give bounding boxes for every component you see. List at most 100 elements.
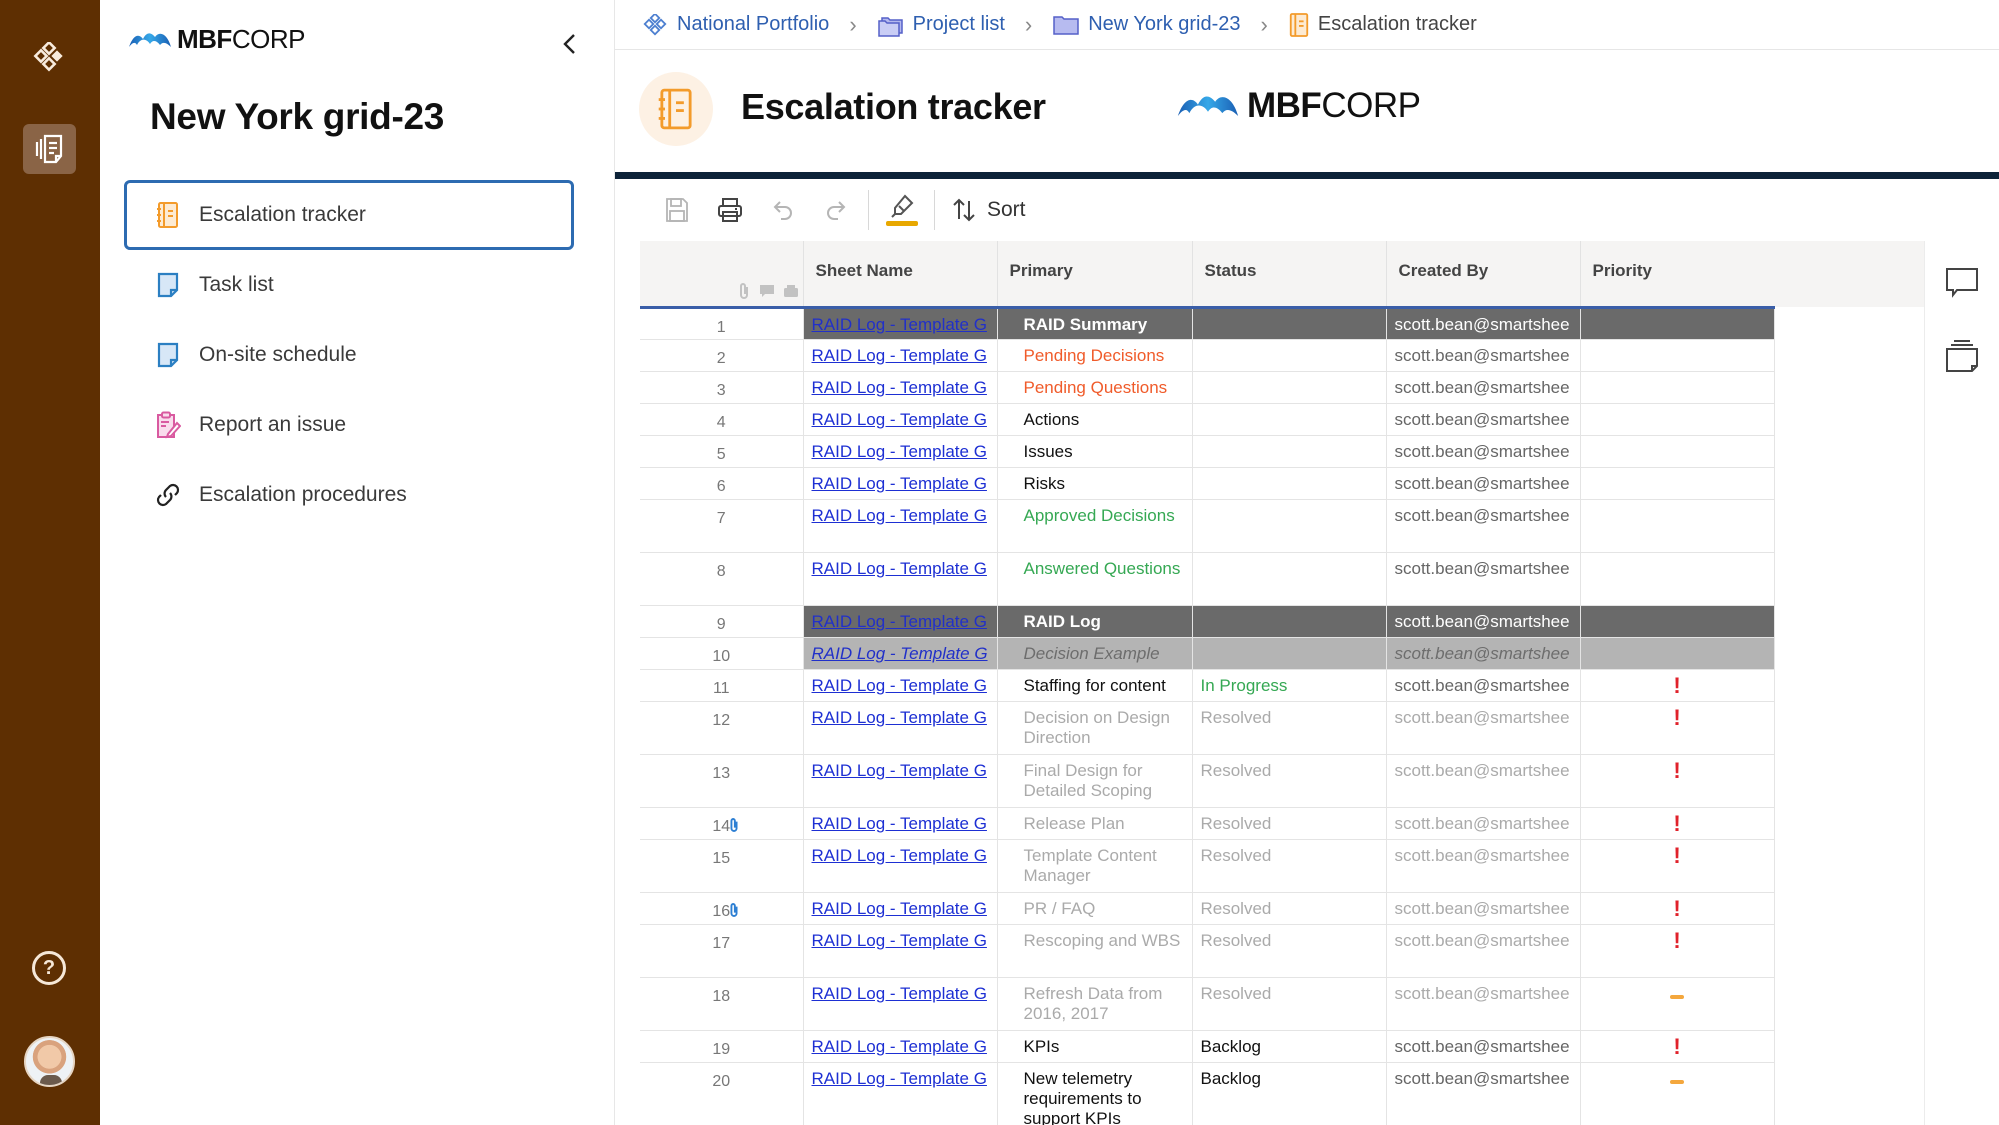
attachment-icon[interactable] bbox=[728, 816, 740, 839]
column-header-primary[interactable]: Primary bbox=[996, 241, 1192, 309]
cell-priority[interactable]: ! bbox=[1579, 753, 1775, 808]
table-row[interactable]: 15 RAID Log - Template G Template Content … bbox=[640, 838, 1775, 893]
attachment-icon[interactable] bbox=[728, 901, 740, 924]
row-number[interactable]: 10 bbox=[640, 636, 804, 670]
cell-created-by[interactable]: scott.bean@smartshee bbox=[1385, 806, 1581, 840]
cell-status[interactable] bbox=[1191, 338, 1387, 372]
row-number[interactable]: 14 bbox=[640, 806, 804, 840]
breadcrumb-national-portfolio[interactable]: National Portfolio bbox=[643, 13, 829, 36]
cell-primary[interactable]: Actions bbox=[996, 402, 1193, 436]
cell-primary[interactable]: Pending Decisions bbox=[996, 338, 1193, 372]
cell-primary[interactable]: Refresh Data from 2016, 2017 bbox=[996, 976, 1193, 1031]
user-avatar[interactable] bbox=[24, 1036, 75, 1087]
table-row[interactable]: 7 RAID Log - Template G Approved Decisions… bbox=[640, 498, 1775, 553]
sheet-link[interactable]: RAID Log - Template G bbox=[812, 378, 987, 397]
sheet-link[interactable]: RAID Log - Template G bbox=[812, 761, 987, 780]
cell-primary[interactable]: PR / FAQ bbox=[996, 891, 1193, 925]
cell-status[interactable]: Resolved bbox=[1191, 700, 1387, 755]
cell-priority[interactable] bbox=[1579, 636, 1775, 670]
cell-created-by[interactable]: scott.bean@smartshee bbox=[1385, 338, 1581, 372]
breadcrumb-escalation-tracker[interactable]: Escalation tracker bbox=[1288, 12, 1477, 38]
cell-created-by[interactable]: scott.bean@smartshee bbox=[1385, 604, 1581, 638]
row-number[interactable]: 13 bbox=[640, 753, 804, 808]
cell-priority[interactable] bbox=[1579, 498, 1775, 553]
cell-status[interactable]: In Progress bbox=[1191, 668, 1387, 702]
row-number[interactable]: 4 bbox=[640, 402, 804, 436]
cell-created-by[interactable]: scott.bean@smartshee bbox=[1385, 838, 1581, 893]
cell-status[interactable] bbox=[1191, 498, 1387, 553]
cell-primary[interactable]: Rescoping and WBS bbox=[996, 923, 1193, 978]
cell-created-by[interactable]: scott.bean@smartshee bbox=[1385, 976, 1581, 1031]
table-row[interactable]: 11 RAID Log - Template G Staffing for cont… bbox=[640, 668, 1775, 702]
column-header-sheet-name[interactable]: Sheet Name bbox=[802, 241, 997, 309]
sheet-link[interactable]: RAID Log - Template G bbox=[812, 984, 987, 1003]
cell-created-by[interactable]: scott.bean@smartshee bbox=[1385, 1061, 1581, 1125]
cell-priority[interactable]: ! bbox=[1579, 838, 1775, 893]
save-button[interactable] bbox=[650, 190, 703, 230]
cell-status[interactable]: Resolved bbox=[1191, 753, 1387, 808]
sheet-link[interactable]: RAID Log - Template G bbox=[812, 644, 988, 663]
cell-primary[interactable]: Staffing for content bbox=[996, 668, 1193, 702]
cell-created-by[interactable]: scott.bean@smartshee bbox=[1385, 434, 1581, 468]
row-number[interactable]: 1 bbox=[640, 306, 804, 340]
redo-button[interactable] bbox=[809, 190, 862, 230]
table-row[interactable]: 5 RAID Log - Template G Issues scott.bean@s… bbox=[640, 434, 1775, 468]
cell-priority[interactable]: ! bbox=[1579, 806, 1775, 840]
row-number[interactable]: 5 bbox=[640, 434, 804, 468]
sheet-link[interactable]: RAID Log - Template G bbox=[812, 474, 987, 493]
table-row[interactable]: 14 RAID Log - Template G Release Plan Resol… bbox=[640, 806, 1775, 840]
sheet-link[interactable]: RAID Log - Template G bbox=[812, 315, 987, 334]
cell-created-by[interactable]: scott.bean@smartshee bbox=[1385, 306, 1581, 340]
cell-status[interactable]: Resolved bbox=[1191, 838, 1387, 893]
cell-status[interactable] bbox=[1191, 306, 1387, 340]
cell-status[interactable]: Resolved bbox=[1191, 891, 1387, 925]
row-number[interactable]: 12 bbox=[640, 700, 804, 755]
table-row[interactable]: 1 RAID Log - Template G RAID Summary scott.… bbox=[640, 306, 1775, 340]
cell-priority[interactable] bbox=[1579, 551, 1775, 606]
row-number[interactable]: 9 bbox=[640, 604, 804, 638]
row-number[interactable]: 7 bbox=[640, 498, 804, 553]
cell-primary[interactable]: Risks bbox=[996, 466, 1193, 500]
cell-priority[interactable] bbox=[1579, 338, 1775, 372]
cell-status[interactable] bbox=[1191, 636, 1387, 670]
nav-item-escalation-tracker[interactable]: Escalation tracker bbox=[124, 180, 574, 250]
sort-button[interactable]: Sort bbox=[941, 197, 1026, 223]
print-button[interactable] bbox=[703, 190, 756, 230]
sheet-link[interactable]: RAID Log - Template G bbox=[812, 442, 987, 461]
cell-created-by[interactable]: scott.bean@smartshee bbox=[1385, 370, 1581, 404]
cell-priority[interactable] bbox=[1579, 1061, 1775, 1125]
table-row[interactable]: 19 RAID Log - Template G KPIs Backlog scott.… bbox=[640, 1029, 1775, 1063]
cell-status[interactable] bbox=[1191, 402, 1387, 436]
cell-priority[interactable]: ! bbox=[1579, 700, 1775, 755]
cell-primary[interactable]: RAID Summary bbox=[996, 306, 1193, 340]
row-number[interactable]: 3 bbox=[640, 370, 804, 404]
table-row[interactable]: 17 RAID Log - Template G Rescoping and WBS… bbox=[640, 923, 1775, 978]
sheet-link[interactable]: RAID Log - Template G bbox=[812, 676, 987, 695]
cell-status[interactable]: Resolved bbox=[1191, 806, 1387, 840]
table-row[interactable]: 9 RAID Log - Template G RAID Log scott.bean… bbox=[640, 604, 1775, 638]
cell-status[interactable]: Backlog bbox=[1191, 1061, 1387, 1125]
cell-primary[interactable]: Pending Questions bbox=[996, 370, 1193, 404]
cell-created-by[interactable]: scott.bean@smartshee bbox=[1385, 700, 1581, 755]
nav-item-on-site-schedule[interactable]: On-site schedule bbox=[124, 320, 574, 390]
cell-priority[interactable]: ! bbox=[1579, 891, 1775, 925]
cell-priority[interactable] bbox=[1579, 306, 1775, 340]
cell-created-by[interactable]: scott.bean@smartshee bbox=[1385, 402, 1581, 436]
cell-priority[interactable] bbox=[1579, 466, 1775, 500]
row-number[interactable]: 19 bbox=[640, 1029, 804, 1063]
row-number[interactable]: 17 bbox=[640, 923, 804, 978]
cell-priority[interactable]: ! bbox=[1579, 923, 1775, 978]
table-row[interactable]: 3 RAID Log - Template G Pending Questions s… bbox=[640, 370, 1775, 404]
table-row[interactable]: 20 RAID Log - Template G New telemetry req… bbox=[640, 1061, 1775, 1125]
row-number[interactable]: 16 bbox=[640, 891, 804, 925]
cell-priority[interactable] bbox=[1579, 402, 1775, 436]
cell-primary[interactable]: Final Design for Detailed Scoping bbox=[996, 753, 1193, 808]
cell-created-by[interactable]: scott.bean@smartshee bbox=[1385, 551, 1581, 606]
row-number[interactable]: 20 bbox=[640, 1061, 804, 1125]
column-header-status[interactable]: Status bbox=[1191, 241, 1386, 309]
cell-status[interactable]: Resolved bbox=[1191, 976, 1387, 1031]
cell-priority[interactable] bbox=[1579, 370, 1775, 404]
highlight-changes-button[interactable] bbox=[875, 190, 928, 230]
row-number[interactable]: 11 bbox=[640, 668, 804, 702]
cell-created-by[interactable]: scott.bean@smartshee bbox=[1385, 498, 1581, 553]
